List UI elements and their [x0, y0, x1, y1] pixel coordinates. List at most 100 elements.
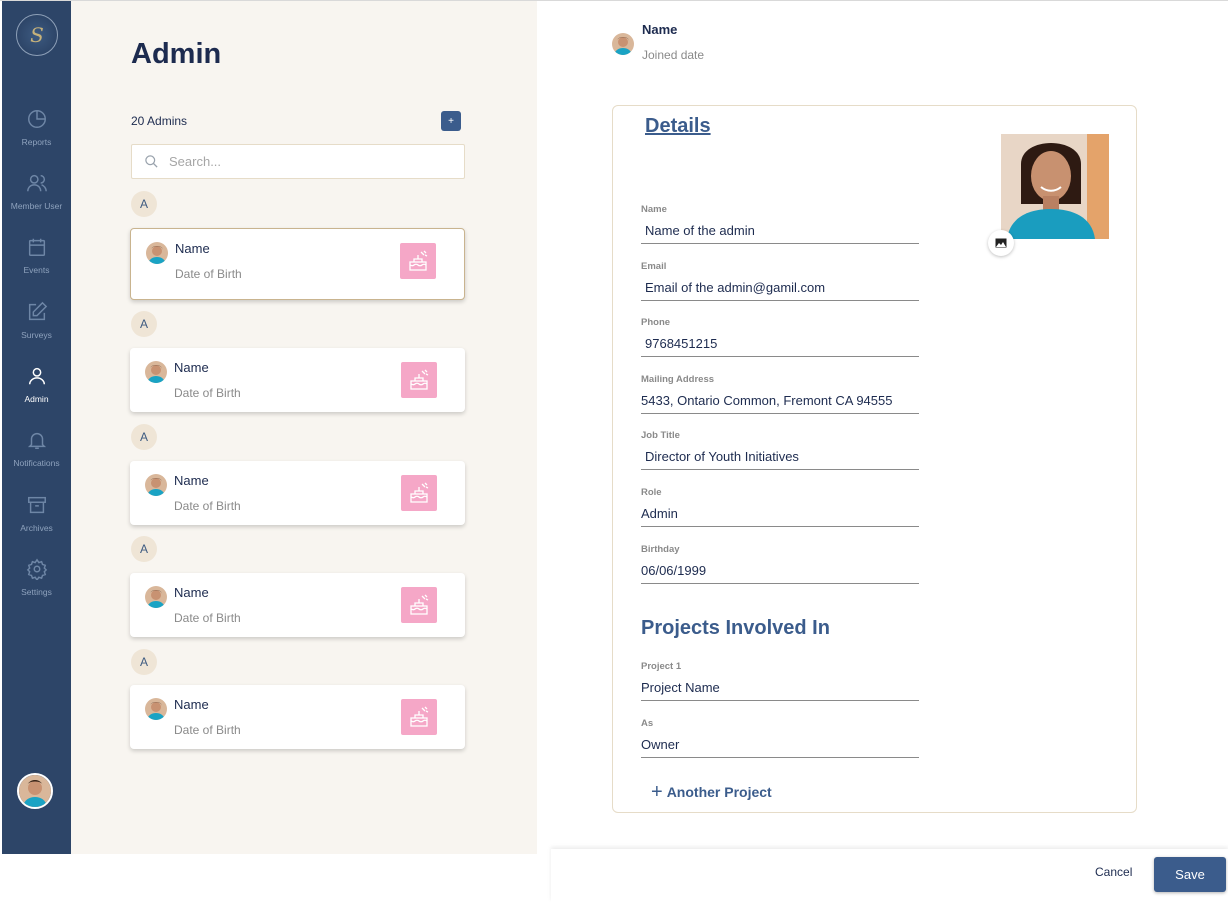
- birthday-cake-icon: [400, 243, 436, 279]
- email-field[interactable]: Email Email of the admin@gamil.com: [641, 261, 919, 301]
- bell-icon: [27, 432, 46, 449]
- add-another-project-button[interactable]: + Another Project: [651, 781, 772, 803]
- job-title-field[interactable]: Job Title Director of Youth Initiatives: [641, 430, 919, 470]
- group-letter: A: [131, 191, 157, 217]
- admin-dob: Date of Birth: [174, 386, 241, 400]
- avatar: [145, 361, 167, 383]
- admin-list-panel: Admin 20 Admins + A Name Date of Birth A…: [71, 1, 537, 854]
- avatar[interactable]: [17, 773, 53, 809]
- sidebar-item-label: Member User: [10, 201, 63, 211]
- profile-photo: [1001, 134, 1109, 239]
- field-label: Project 1: [641, 661, 682, 672]
- plus-icon: +: [651, 781, 663, 803]
- sidebar-item-settings[interactable]: Settings: [2, 558, 71, 608]
- details-heading[interactable]: Details: [645, 115, 711, 138]
- avatar: [146, 242, 168, 264]
- admin-name: Name: [174, 473, 209, 488]
- field-label: Mailing Address: [641, 374, 715, 385]
- user-icon: [28, 367, 45, 385]
- avatar: [145, 586, 167, 608]
- projects-heading: Projects Involved In: [641, 617, 830, 639]
- gear-icon: [26, 558, 47, 580]
- list-item[interactable]: Name Date of Birth: [130, 228, 465, 300]
- sidebar-item-reports[interactable]: Reports: [2, 108, 71, 158]
- field-label: Job Title: [641, 430, 680, 441]
- add-admin-button[interactable]: +: [441, 111, 461, 131]
- list-item[interactable]: Name Date of Birth: [130, 573, 465, 637]
- users-icon: [26, 174, 47, 192]
- sidebar-item-label: Reports: [21, 137, 52, 147]
- list-item[interactable]: Name Date of Birth: [130, 348, 465, 412]
- footer-bar: Cancel Save: [551, 849, 1228, 902]
- birthday-cake-icon: [401, 475, 437, 511]
- field-value[interactable]: 5433, Ontario Common, Fremont CA 94555: [641, 390, 919, 414]
- admin-name: Name: [174, 585, 209, 600]
- admin-name: Name: [174, 360, 209, 375]
- field-label: Phone: [641, 317, 671, 328]
- avatar: [145, 698, 167, 720]
- joined-date: Joined date: [642, 48, 705, 62]
- avatar: [145, 474, 167, 496]
- group-letter: A: [131, 424, 157, 450]
- pie-chart-icon: [27, 110, 46, 128]
- sidebar-item-label: Admin: [24, 394, 49, 404]
- birthday-cake-icon: [401, 699, 437, 735]
- admin-name: Name: [175, 241, 210, 256]
- page-title: Admin: [131, 38, 222, 70]
- sidebar-item-label: Notifications: [13, 458, 60, 468]
- sidebar-item-surveys[interactable]: Surveys: [2, 301, 71, 351]
- sidebar-item-label: Surveys: [21, 330, 52, 340]
- field-value[interactable]: 9768451215: [641, 333, 919, 357]
- save-button[interactable]: Save: [1154, 857, 1226, 892]
- admin-name: Name: [174, 697, 209, 712]
- avatar: [612, 33, 634, 55]
- sidebar-item-admin[interactable]: Admin: [2, 365, 71, 415]
- change-photo-button[interactable]: [988, 230, 1014, 256]
- admin-dob: Date of Birth: [174, 723, 241, 737]
- admin-dob: Date of Birth: [174, 611, 241, 625]
- archive-icon: [27, 496, 46, 514]
- field-value[interactable]: Project Name: [641, 677, 919, 701]
- edit-icon: [28, 301, 47, 321]
- logo[interactable]: S: [16, 14, 58, 56]
- field-label: Role: [641, 487, 662, 498]
- field-value[interactable]: Owner: [641, 734, 919, 758]
- sidebar-item-label: Archives: [20, 523, 53, 533]
- image-icon: [995, 238, 1007, 248]
- group-letter: A: [131, 649, 157, 675]
- field-value[interactable]: Director of Youth Initiatives: [641, 446, 919, 470]
- cancel-button[interactable]: Cancel: [1095, 865, 1132, 879]
- list-item[interactable]: Name Date of Birth: [130, 685, 465, 749]
- profile-name: Name: [642, 22, 678, 37]
- field-label: Name: [641, 204, 667, 215]
- sidebar-item-events[interactable]: Events: [2, 236, 71, 286]
- role-field[interactable]: Role Admin: [641, 487, 919, 527]
- project-1-field[interactable]: Project 1 Project Name: [641, 661, 919, 701]
- project-role-field[interactable]: As Owner: [641, 718, 919, 758]
- phone-field[interactable]: Phone 9768451215: [641, 317, 919, 357]
- sidebar: S Reports Member User Events Surveys Adm…: [2, 1, 71, 854]
- mailing-address-field[interactable]: Mailing Address 5433, Ontario Common, Fr…: [641, 374, 919, 414]
- field-label: Birthday: [641, 544, 680, 555]
- admin-dob: Date of Birth: [174, 499, 241, 513]
- group-letter: A: [131, 311, 157, 337]
- field-value[interactable]: Email of the admin@gamil.com: [641, 277, 919, 301]
- search-input[interactable]: [169, 154, 449, 169]
- birthday-field[interactable]: Birthday 06/06/1999: [641, 544, 919, 584]
- name-field[interactable]: Name Name of the admin: [641, 204, 919, 244]
- admin-dob: Date of Birth: [175, 267, 242, 281]
- search-bar[interactable]: [131, 144, 465, 179]
- sidebar-item-notifications[interactable]: Notifications: [2, 429, 71, 479]
- field-label: Email: [641, 261, 667, 272]
- field-value[interactable]: 06/06/1999: [641, 560, 919, 584]
- birthday-cake-icon: [401, 587, 437, 623]
- birthday-cake-icon: [401, 362, 437, 398]
- calendar-icon: [28, 238, 45, 256]
- field-label: As: [641, 718, 654, 729]
- sidebar-item-archives[interactable]: Archives: [2, 494, 71, 544]
- list-item[interactable]: Name Date of Birth: [130, 461, 465, 525]
- field-value[interactable]: Admin: [641, 503, 919, 527]
- field-value[interactable]: Name of the admin: [641, 220, 919, 244]
- search-icon: [145, 155, 158, 168]
- sidebar-item-member-user[interactable]: Member User: [2, 172, 71, 222]
